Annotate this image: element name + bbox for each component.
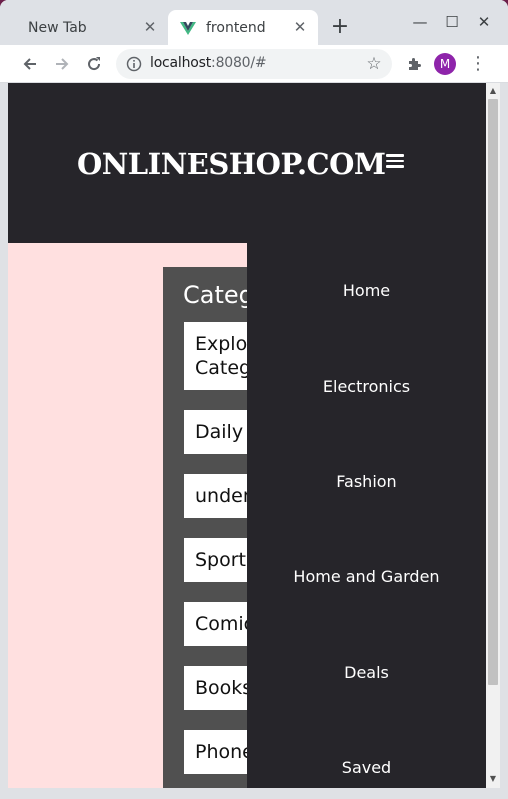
categories-title: Categ — [183, 281, 254, 309]
forward-button[interactable] — [50, 52, 74, 76]
tab-strip: New Tab ✕ frontend ✕ + — ☐ ✕ — [0, 0, 508, 45]
browser-window: New Tab ✕ frontend ✕ + — ☐ ✕ localhost:8… — [0, 0, 508, 799]
window-close-icon[interactable]: ✕ — [474, 12, 494, 32]
arrow-right-icon — [56, 58, 69, 70]
browser-toolbar: localhost:8080/# ☆ M ⋮ — [0, 45, 508, 83]
page-scrollbar[interactable]: ▲ ▼ — [486, 83, 500, 788]
nav-item-deals[interactable]: Deals — [247, 663, 486, 682]
page-viewport: ONLINESHOP.COM Categ Explo Categ Daily u… — [8, 83, 486, 788]
scroll-thumb[interactable] — [488, 99, 498, 685]
tab-title: frontend — [206, 19, 266, 36]
scroll-up-icon[interactable]: ▲ — [489, 87, 497, 95]
vue-logo-icon — [180, 21, 196, 35]
close-icon[interactable]: ✕ — [292, 19, 308, 35]
extensions-button[interactable] — [402, 52, 426, 76]
url-path: :8080/# — [211, 55, 267, 71]
tab-title: New Tab — [28, 19, 87, 36]
site-brand[interactable]: ONLINESHOP.COM — [77, 147, 386, 181]
reload-button[interactable] — [82, 52, 106, 76]
nav-item-home[interactable]: Home — [247, 281, 486, 300]
nav-item-saved[interactable]: Saved — [247, 758, 486, 777]
nav-drawer: Home Electronics Fashion Home and Garden… — [247, 243, 486, 788]
tab-frontend[interactable]: frontend ✕ — [168, 10, 318, 45]
hamburger-menu-icon[interactable] — [386, 151, 404, 171]
new-tab-button[interactable]: + — [328, 16, 352, 40]
tab-new-tab[interactable]: New Tab ✕ — [8, 10, 168, 45]
site-header: ONLINESHOP.COM — [8, 83, 486, 243]
back-button[interactable] — [18, 52, 42, 76]
nav-item-fashion[interactable]: Fashion — [247, 472, 486, 491]
url-text[interactable]: localhost:8080/# — [150, 55, 267, 71]
scroll-down-icon[interactable]: ▼ — [489, 775, 497, 783]
close-icon[interactable]: ✕ — [142, 19, 158, 35]
puzzle-icon — [409, 58, 421, 70]
info-icon[interactable] — [126, 56, 142, 72]
nav-item-home-and-garden[interactable]: Home and Garden — [247, 567, 486, 586]
maximize-icon[interactable]: ☐ — [442, 12, 462, 32]
url-host: localhost — [150, 55, 212, 71]
avatar[interactable]: M — [434, 53, 456, 75]
address-bar[interactable]: localhost:8080/# ☆ — [116, 49, 392, 79]
minimize-icon[interactable]: — — [410, 12, 430, 32]
arrow-left-icon — [23, 58, 36, 70]
reload-icon — [88, 57, 101, 71]
kebab-menu-icon[interactable]: ⋮ — [466, 52, 490, 76]
nav-item-electronics[interactable]: Electronics — [247, 377, 486, 396]
star-icon[interactable]: ☆ — [364, 54, 384, 74]
